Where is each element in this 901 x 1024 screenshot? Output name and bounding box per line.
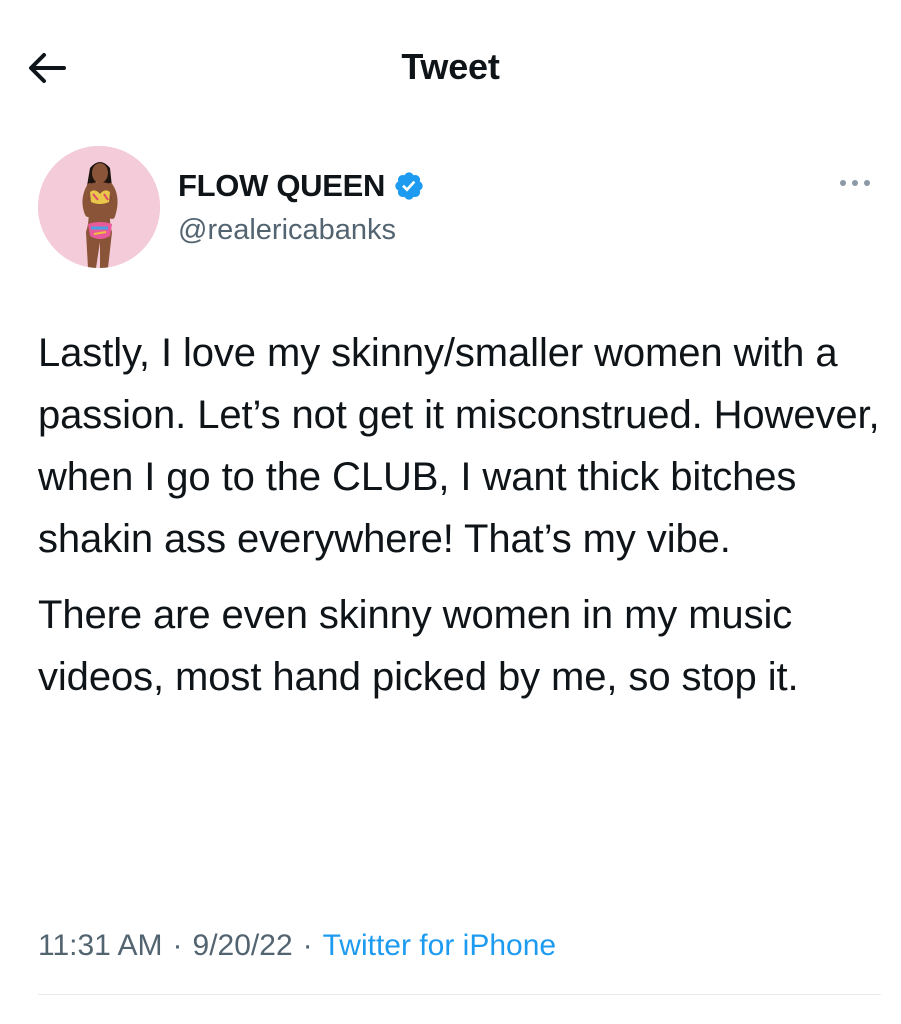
tweet-author: FLOW QUEEN @realericabanks <box>38 146 878 270</box>
author-display-name: FLOW QUEEN <box>178 168 386 203</box>
tweet-paragraph: There are even skinny women in my music … <box>38 593 799 699</box>
top-bar: Tweet <box>0 0 901 130</box>
meta-separator: · <box>302 929 313 962</box>
more-options-icon <box>840 180 870 186</box>
author-name-row[interactable]: FLOW QUEEN <box>178 164 425 208</box>
avatar[interactable] <box>38 146 160 268</box>
avatar-photo <box>38 146 160 268</box>
page-title: Tweet <box>401 46 500 87</box>
verified-badge-icon <box>393 170 425 202</box>
tweet-metadata: 11:31 AM · 9/20/22 · Twitter for iPhone <box>38 920 556 972</box>
more-options-button[interactable] <box>834 168 878 198</box>
tweet-date[interactable]: 9/20/22 <box>193 929 293 962</box>
divider <box>38 994 881 995</box>
tweet-time[interactable]: 11:31 AM <box>38 929 163 962</box>
author-handle[interactable]: @realericabanks <box>178 210 396 250</box>
tweet-source-link[interactable]: Twitter for iPhone <box>323 929 556 962</box>
meta-separator: · <box>172 929 183 962</box>
tweet-paragraph: Lastly, I love my skinny/smaller women w… <box>38 331 880 561</box>
tweet-text: Lastly, I love my skinny/smaller women w… <box>38 322 888 708</box>
tweet-detail-page: Tweet FLOW QUEEN @realericabanks Lastly,… <box>0 0 901 1024</box>
